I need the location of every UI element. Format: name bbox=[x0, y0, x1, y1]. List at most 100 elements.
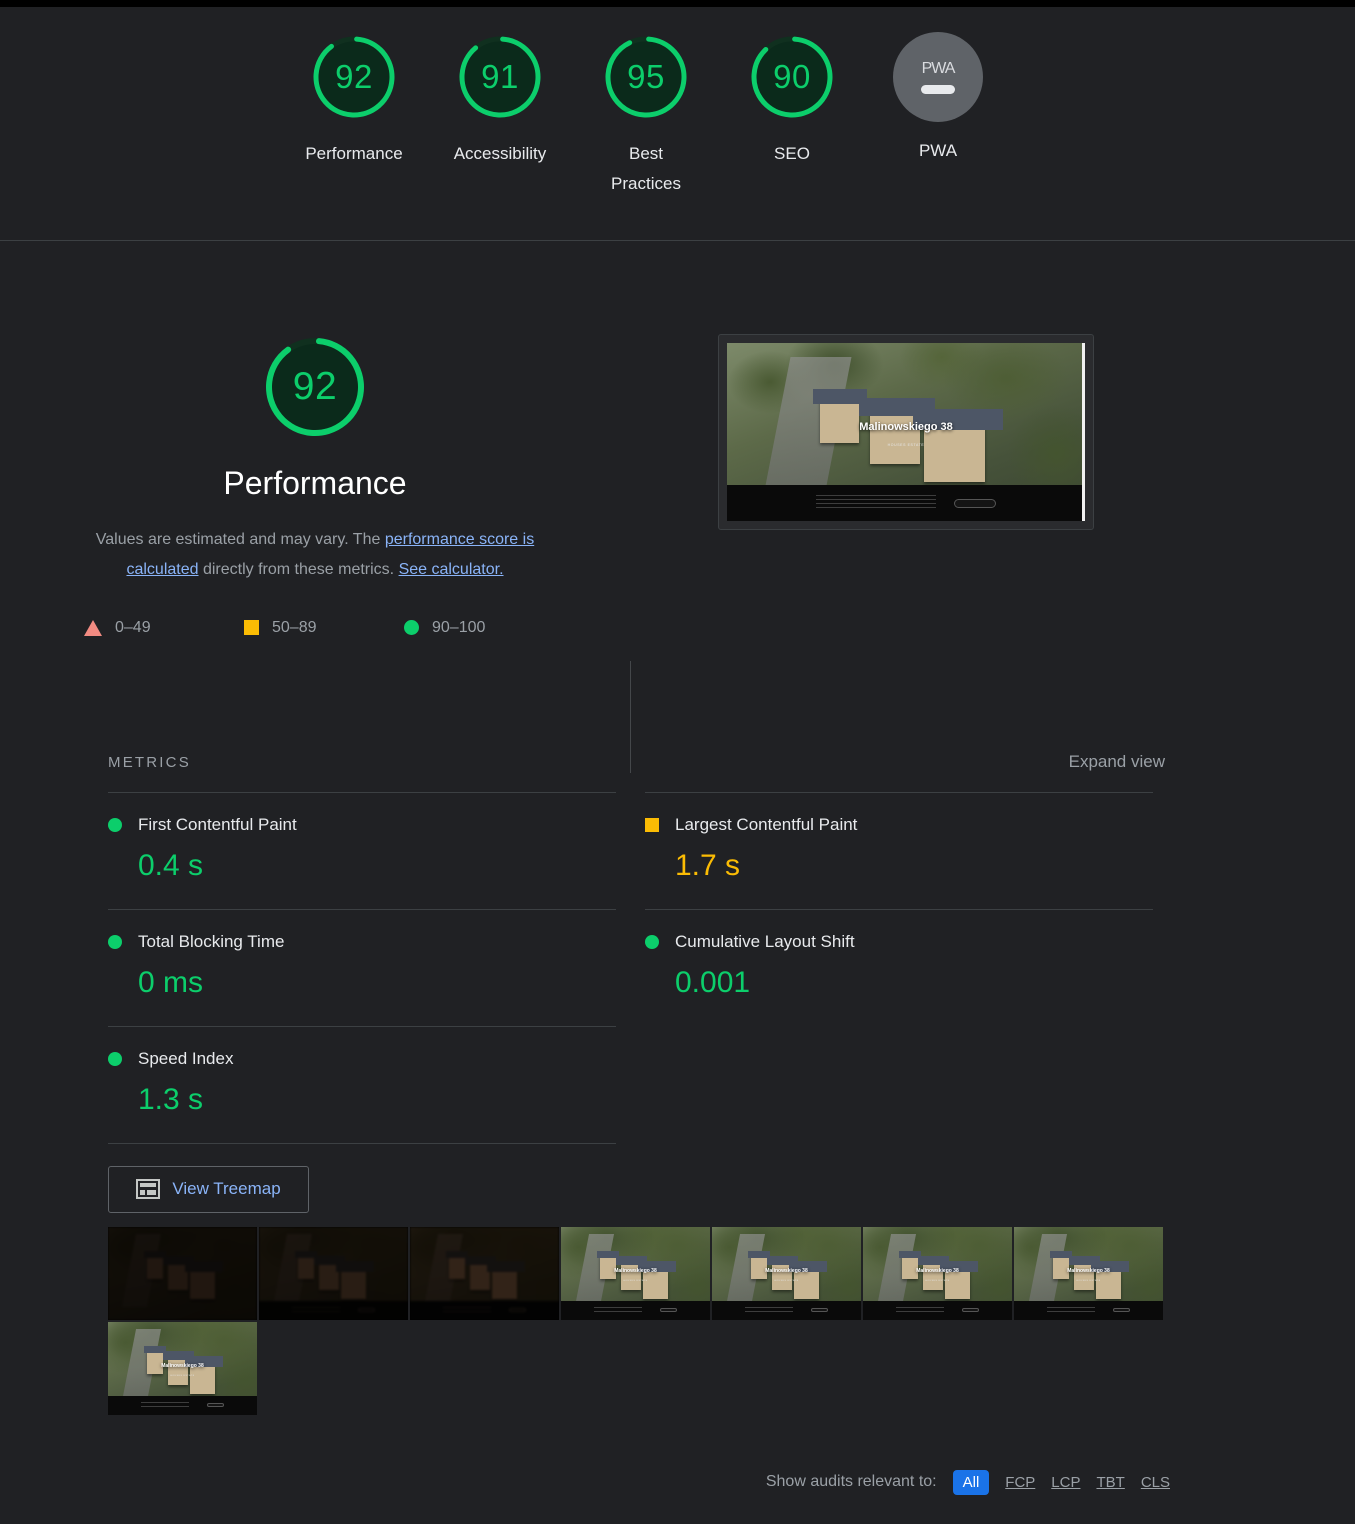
legend-range-fail: 0–49 bbox=[115, 618, 151, 636]
filter-tbt[interactable]: TBT bbox=[1096, 1474, 1124, 1491]
filmstrip-frame: Malinowskiego 38 HOUSES ESTATE bbox=[410, 1226, 559, 1320]
cookie-accept-button[interactable] bbox=[954, 498, 996, 508]
filter-fcp[interactable]: FCP bbox=[1005, 1474, 1035, 1491]
see-calculator-link[interactable]: See calculator. bbox=[399, 561, 504, 578]
final-screenshot: Malinowskiego 38 HOUSES ESTATE bbox=[727, 343, 1085, 521]
site-heading: Malinowskiego 38 bbox=[859, 421, 953, 434]
filter-cls[interactable]: CLS bbox=[1141, 1474, 1170, 1491]
metric-value: 1.3 s bbox=[138, 1082, 204, 1116]
filmstrip-frame: Malinowskiego 38 HOUSES ESTATE bbox=[863, 1226, 1012, 1320]
metric-total-blocking-time[interactable]: Total Blocking Time 0 ms bbox=[108, 908, 616, 1026]
metrics-header: METRICS Expand view bbox=[108, 752, 1165, 772]
square-icon bbox=[244, 620, 259, 636]
legend-item-fail: 0–49 bbox=[84, 619, 244, 637]
metric-status-icon bbox=[645, 934, 659, 949]
filmstrip: Malinowskiego 38 HOUSES ESTATE Malinowsk… bbox=[108, 1226, 1198, 1415]
cookie-text bbox=[292, 1306, 340, 1314]
pwa-badge-text: PWA bbox=[921, 60, 956, 77]
circle-icon bbox=[404, 620, 419, 636]
metric-speed-index[interactable]: Speed Index 1.3 s bbox=[108, 1025, 616, 1143]
metric-first-contentful-paint[interactable]: First Contentful Paint 0.4 s bbox=[108, 791, 616, 909]
site-roof bbox=[487, 1261, 525, 1273]
cookie-accept-button[interactable] bbox=[358, 1308, 375, 1313]
category-label: Best Practices bbox=[611, 144, 681, 193]
category-accessibility[interactable]: 91 Accessibility bbox=[427, 29, 573, 199]
view-treemap-button[interactable]: View Treemap bbox=[108, 1165, 309, 1213]
cookie-text bbox=[896, 1306, 944, 1314]
category-score: 90 bbox=[773, 58, 811, 95]
category-label: SEO bbox=[774, 144, 810, 163]
triangle-icon bbox=[84, 619, 102, 636]
cookie-accept-button[interactable] bbox=[207, 1403, 224, 1408]
filmstrip-frame: Malinowskiego 38 HOUSES ESTATE bbox=[561, 1226, 710, 1320]
site-building bbox=[642, 1269, 669, 1300]
site-render: Malinowskiego 38 HOUSES ESTATE bbox=[108, 1226, 257, 1320]
cookie-accept-button[interactable] bbox=[660, 1308, 677, 1313]
metric-value: 0 ms bbox=[138, 965, 204, 999]
cookie-accept-button[interactable] bbox=[1113, 1308, 1130, 1313]
metrics-grid: First Contentful Paint 0.4 s Largest Conte… bbox=[108, 791, 1355, 1144]
site-building bbox=[1095, 1269, 1122, 1300]
category-gauges: 92 Performance 91 Accessibility 95 Best Pract… bbox=[0, 29, 1355, 199]
cookie-banner bbox=[727, 485, 1085, 521]
filmstrip-frame: Malinowskiego 38 HOUSES ESTATE bbox=[259, 1226, 408, 1320]
metric-status-icon bbox=[108, 1051, 122, 1066]
legend-item-pass: 90–100 bbox=[404, 619, 564, 637]
site-subheading: HOUSES ESTATE bbox=[170, 1374, 195, 1377]
cookie-accept-button[interactable] bbox=[509, 1308, 526, 1313]
site-subheading: HOUSES ESTATE bbox=[925, 1279, 950, 1282]
category-label: Performance bbox=[305, 144, 403, 163]
site-building bbox=[793, 1269, 820, 1300]
category-performance[interactable]: 92 Performance bbox=[281, 29, 427, 199]
site-heading: Malinowskiego 38 bbox=[1067, 1267, 1110, 1274]
category-seo[interactable]: 90 SEO bbox=[719, 29, 865, 199]
filmstrip-frame: Malinowskiego 38 HOUSES ESTATE bbox=[1014, 1226, 1163, 1320]
metrics-title: METRICS bbox=[108, 753, 191, 771]
legend-range-average: 50–89 bbox=[272, 618, 317, 636]
site-building bbox=[340, 1269, 367, 1300]
performance-section: 92 Performance Values are estimated and … bbox=[0, 241, 1355, 637]
cookie-text bbox=[1047, 1306, 1095, 1314]
metric-name: First Contentful Paint bbox=[138, 814, 297, 834]
view-treemap-label: View Treemap bbox=[172, 1179, 281, 1199]
site-subheading: HOUSES ESTATE bbox=[1076, 1279, 1101, 1282]
site-roof bbox=[336, 1261, 374, 1273]
cookie-text bbox=[745, 1306, 793, 1314]
site-building bbox=[189, 1364, 216, 1395]
filter-lcp[interactable]: LCP bbox=[1051, 1474, 1080, 1491]
cookie-banner bbox=[1014, 1301, 1163, 1320]
site-render: Malinowskiego 38 HOUSES ESTATE bbox=[1014, 1226, 1163, 1320]
category-best-practices[interactable]: 95 Best Practices bbox=[573, 29, 719, 199]
cookie-banner bbox=[108, 1396, 257, 1415]
site-subheading: HOUSES ESTATE bbox=[887, 442, 925, 447]
site-building bbox=[944, 1269, 971, 1300]
site-heading: Malinowskiego 38 bbox=[765, 1267, 808, 1274]
site-roof bbox=[185, 1261, 223, 1273]
filter-all[interactable]: All bbox=[952, 1469, 990, 1495]
metric-cumulative-layout-shift[interactable]: Cumulative Layout Shift 0.001 bbox=[645, 908, 1153, 1026]
vertical-divider bbox=[630, 661, 631, 773]
gauge: 91 bbox=[452, 29, 548, 125]
site-building bbox=[189, 1269, 216, 1300]
cookie-accept-button[interactable] bbox=[811, 1308, 828, 1313]
page-title: Performance bbox=[223, 465, 407, 501]
site-heading: Malinowskiego 38 bbox=[916, 1267, 959, 1274]
site-render: Malinowskiego 38 HOUSES ESTATE bbox=[410, 1226, 559, 1320]
site-subheading: HOUSES ESTATE bbox=[774, 1279, 799, 1282]
scrollbar[interactable] bbox=[1082, 343, 1085, 521]
metric-name: Total Blocking Time bbox=[138, 931, 285, 951]
expand-view-button[interactable]: Expand view bbox=[1069, 752, 1165, 772]
metric-largest-contentful-paint[interactable]: Largest Contentful Paint 1.7 s bbox=[645, 791, 1153, 909]
site-building bbox=[923, 424, 985, 482]
desc-text-2: directly from these metrics. bbox=[198, 561, 399, 579]
cookie-accept-button[interactable] bbox=[962, 1308, 979, 1313]
cookie-banner bbox=[561, 1301, 710, 1320]
audit-filter-label: Show audits relevant to: bbox=[765, 1473, 937, 1491]
metric-value: 1.7 s bbox=[675, 848, 741, 882]
metric-value: 0.001 bbox=[675, 965, 751, 999]
pwa-badge: PWA bbox=[893, 32, 983, 122]
category-pwa[interactable]: PWA PWA bbox=[865, 29, 1011, 199]
desc-text-1: Values are estimated and may vary. The bbox=[95, 531, 385, 548]
site-building bbox=[491, 1269, 518, 1300]
category-label: PWA bbox=[918, 141, 958, 160]
